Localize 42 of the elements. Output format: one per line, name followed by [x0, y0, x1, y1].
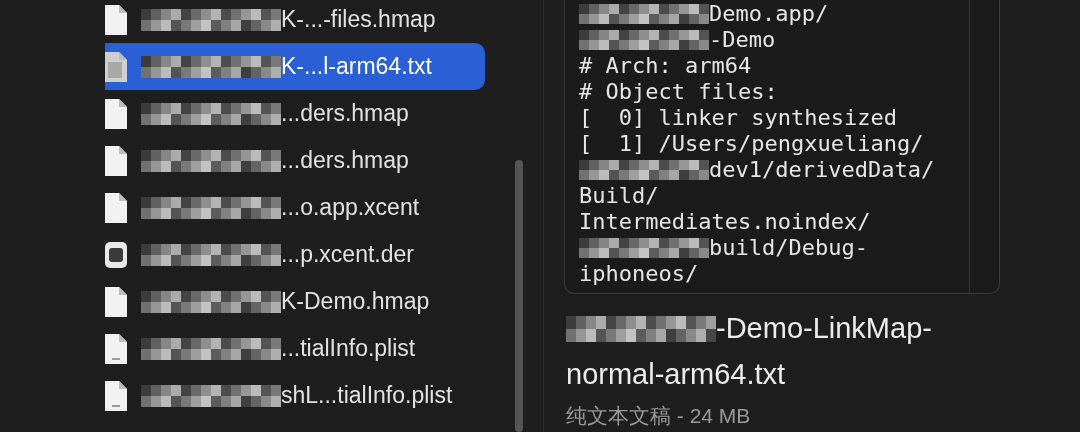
preview-file-name: -Demo-LinkMap-	[716, 311, 932, 347]
document-icon	[105, 286, 127, 317]
document-icon	[105, 380, 127, 411]
file-kind-size: 纯文本文稿 - 24 MB	[566, 403, 752, 429]
preview-text-line: -Demo	[709, 27, 776, 53]
file-row[interactable]: ...ders.hmap	[105, 137, 485, 184]
file-row[interactable]: K-...l-arm64.txt	[105, 43, 485, 90]
preview-text-line: [ 0] linker synthesized	[579, 105, 897, 131]
preview-text-line: # Arch: arm64	[579, 53, 752, 79]
document-icon	[105, 192, 127, 223]
file-name: ...o.app.xcent	[281, 193, 420, 223]
file-name: K-Demo.hmap	[281, 287, 430, 317]
text-file-icon	[105, 51, 127, 82]
certificate-icon	[105, 240, 127, 269]
file-name: ...ders.hmap	[281, 99, 409, 129]
preview-text-line: dev1/derivedData/	[709, 157, 935, 183]
file-row[interactable]: ...tialInfo.plist	[105, 325, 485, 372]
document-icon	[105, 333, 127, 364]
file-name: K-...-files.hmap	[281, 5, 436, 35]
file-row[interactable]: shL...tialInfo.plist	[105, 372, 485, 419]
document-icon	[105, 145, 127, 176]
file-name: shL...tialInfo.plist	[281, 381, 453, 411]
preview-text-line: Demo.app/	[709, 1, 829, 27]
scrollbar-thumb[interactable]	[515, 160, 523, 432]
file-row[interactable]: ...p.xcent.der	[105, 231, 485, 278]
document-icon	[105, 98, 127, 129]
file-row[interactable]: K-...-files.hmap	[105, 0, 485, 43]
document-icon	[105, 4, 127, 35]
file-name: K-...l-arm64.txt	[281, 52, 432, 82]
preview-text-line: build/Debug-	[709, 235, 868, 261]
preview-file-name: normal-arm64.txt	[566, 357, 786, 393]
file-name: ...ders.hmap	[281, 146, 409, 176]
preview-text-line: iphoneos/	[579, 261, 699, 287]
file-name: ...tialInfo.plist	[281, 334, 416, 364]
preview-text-line: Build/	[579, 183, 659, 209]
file-row[interactable]: ...o.app.xcent	[105, 184, 485, 231]
file-name: ...p.xcent.der	[281, 240, 414, 270]
preview-text-line: # Object files:	[579, 79, 778, 105]
preview-text-line: Intermediates.noindex/	[579, 209, 871, 235]
preview-text-line: [ 1] /Users/pengxueliang/	[579, 131, 924, 157]
file-row[interactable]: K-Demo.hmap	[105, 278, 485, 325]
file-row[interactable]: ...ders.hmap	[105, 90, 485, 137]
